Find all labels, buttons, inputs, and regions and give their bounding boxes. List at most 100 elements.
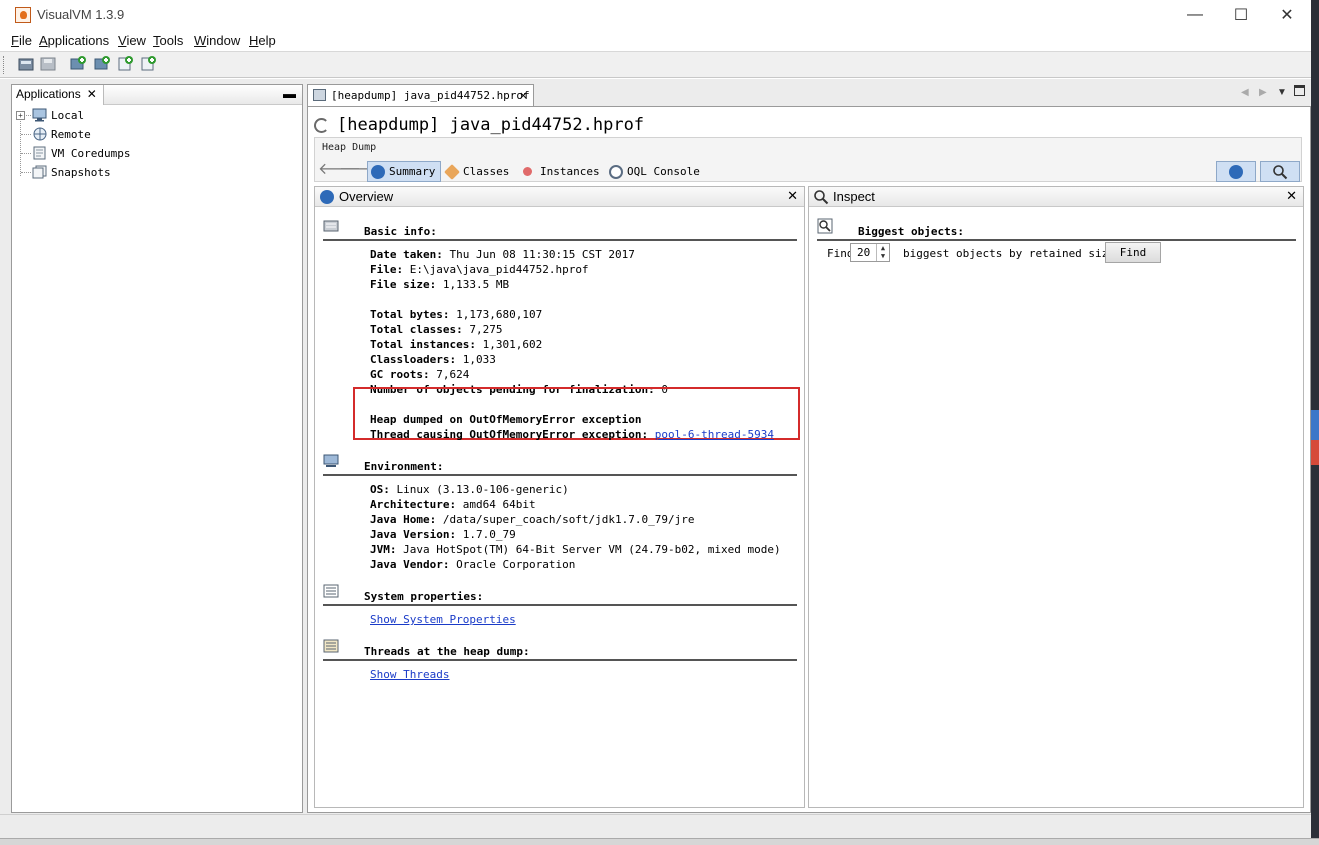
tree-item-label: Local bbox=[51, 109, 85, 122]
menu-bar: File Applications View Tools Window Help bbox=[0, 32, 1311, 51]
close-tab-icon[interactable]: ✕ bbox=[520, 88, 527, 102]
biggest-objects-icon bbox=[817, 218, 833, 234]
environment-heading: Environment: bbox=[364, 460, 444, 473]
menu-file[interactable]: File bbox=[11, 33, 32, 48]
maximize-document-icon[interactable] bbox=[1294, 85, 1305, 96]
document-tab-bar: [heapdump] java_pid44752.hprof ✕ ◀ ▶ ▼ bbox=[307, 84, 1311, 106]
oom-thread-row: Thread causing OutOfMemoryError exceptio… bbox=[370, 428, 774, 441]
menu-view[interactable]: View bbox=[118, 33, 146, 48]
show-system-properties-link[interactable]: Show System Properties bbox=[370, 613, 516, 626]
basic-info-icon bbox=[323, 219, 339, 233]
tree-item-label: VM Coredumps bbox=[51, 147, 131, 160]
toggle-inspect-button[interactable] bbox=[1260, 161, 1300, 182]
scroll-tabs-left-icon[interactable]: ◀ bbox=[1241, 87, 1249, 98]
heapdump-document-tab[interactable]: [heapdump] java_pid44752.hprof ✕ bbox=[307, 84, 534, 106]
oom-heap-row: Heap dumped on OutOfMemoryError exceptio… bbox=[370, 413, 642, 426]
taskbar-strip bbox=[0, 838, 1319, 845]
add-vm-coredump-icon[interactable] bbox=[116, 55, 134, 73]
back-arrow-icon[interactable]: 🡐 bbox=[318, 162, 361, 178]
page-title: [heapdump] java_pid44752.hprof bbox=[337, 115, 645, 135]
minimize-button[interactable]: — bbox=[1173, 2, 1217, 28]
toggle-overview-button[interactable] bbox=[1216, 161, 1256, 182]
tab-oql-label: OQL Console bbox=[627, 165, 700, 178]
menu-window[interactable]: Window bbox=[194, 33, 240, 48]
inspect-panel-header: Inspect ✕ bbox=[809, 187, 1303, 207]
document-tab-label: [heapdump] java_pid44752.hprof bbox=[331, 89, 530, 102]
threads-heading: Threads at the heap dump: bbox=[364, 645, 530, 658]
total-classes-row: Total classes: 7,275 bbox=[370, 323, 503, 336]
desktop-background bbox=[1311, 0, 1319, 845]
tab-instances-label: Instances bbox=[540, 165, 600, 178]
title-bar: VisualVM 1.3.9 — ☐ ✕ bbox=[0, 0, 1311, 32]
tab-classes[interactable]: Classes bbox=[442, 161, 514, 182]
heapdump-subview-bar: Heap Dump 🡐 🡒 Summary Classes Instances bbox=[314, 137, 1302, 182]
show-opened-documents-icon[interactable]: ▼ bbox=[1277, 87, 1287, 98]
tree-item-remote[interactable]: Remote bbox=[12, 125, 292, 144]
inspect-panel-title: Inspect bbox=[833, 189, 875, 204]
forward-arrow-icon[interactable]: 🡒 bbox=[339, 162, 382, 178]
info-icon bbox=[371, 164, 385, 179]
heapdump-icon bbox=[313, 89, 326, 101]
scroll-tabs-right-icon[interactable]: ▶ bbox=[1259, 87, 1267, 98]
oom-thread-link[interactable]: pool-6-thread-5934 bbox=[655, 428, 774, 441]
applications-tab[interactable]: Applications ✕ bbox=[12, 85, 104, 105]
add-snapshot-icon[interactable] bbox=[139, 55, 157, 73]
close-icon[interactable]: ✕ bbox=[87, 87, 97, 101]
applications-tab-label: Applications bbox=[16, 87, 81, 101]
tab-summary-label: Summary bbox=[389, 165, 436, 178]
jvm-row: JVM: Java HotSpot(TM) 64-Bit Server VM (… bbox=[370, 543, 781, 556]
tree-item-local[interactable]: Local bbox=[12, 106, 292, 125]
tab-summary[interactable]: Summary bbox=[367, 161, 442, 182]
save-icon[interactable] bbox=[39, 55, 57, 73]
environment-icon bbox=[323, 454, 339, 468]
find-suffix-label: biggest objects by retained size: bbox=[903, 247, 1122, 260]
info-icon bbox=[1229, 164, 1243, 179]
overview-panel-header: Overview ✕ bbox=[315, 187, 804, 207]
menu-tools[interactable]: Tools bbox=[153, 33, 183, 48]
os-row: OS: Linux (3.13.0-106-generic) bbox=[370, 483, 569, 496]
close-window-button[interactable]: ✕ bbox=[1265, 2, 1309, 28]
load-snapshot-icon[interactable] bbox=[17, 55, 35, 73]
loading-spinner-icon bbox=[314, 118, 329, 133]
desktop-fragment bbox=[1311, 410, 1319, 440]
status-bar bbox=[0, 814, 1311, 838]
search-icon bbox=[813, 189, 829, 205]
file-size-row: File size: 1,133.5 MB bbox=[370, 278, 510, 291]
close-icon[interactable]: ✕ bbox=[787, 188, 798, 204]
classes-icon bbox=[444, 163, 460, 180]
add-jmx-connection-icon[interactable] bbox=[69, 55, 87, 73]
visualvm-logo-icon bbox=[15, 7, 31, 23]
add-remote-host-icon[interactable] bbox=[93, 55, 111, 73]
minimize-panel-icon[interactable]: ▬ bbox=[283, 86, 296, 101]
tree-item-snapshots[interactable]: Snapshots bbox=[12, 163, 292, 182]
show-threads-link[interactable]: Show Threads bbox=[370, 668, 449, 681]
maximize-button[interactable]: ☐ bbox=[1219, 2, 1263, 28]
system-properties-icon bbox=[323, 584, 339, 598]
spinner-arrows-icon[interactable]: ▲ ▼ bbox=[876, 244, 889, 261]
menu-applications[interactable]: Applications bbox=[39, 33, 109, 48]
find-button[interactable]: Find bbox=[1105, 242, 1161, 263]
tree-item-vm-coredumps[interactable]: VM Coredumps bbox=[12, 144, 292, 163]
menu-help[interactable]: Help bbox=[249, 33, 276, 48]
tab-instances[interactable]: Instances bbox=[517, 161, 605, 182]
overview-panel-title: Overview bbox=[339, 189, 394, 204]
applications-panel-header: Applications ✕ ▬ bbox=[12, 85, 302, 105]
instances-icon bbox=[523, 167, 532, 176]
editor-area: [heapdump] java_pid44752.hprof ✕ ◀ ▶ ▼ [… bbox=[307, 84, 1311, 813]
section-divider bbox=[323, 659, 797, 661]
toolbar bbox=[0, 51, 1311, 78]
java-home-row: Java Home: /data/super_coach/soft/jdk1.7… bbox=[370, 513, 695, 526]
toolbar-grip[interactable] bbox=[3, 56, 6, 74]
computer-icon bbox=[32, 108, 48, 122]
total-instances-row: Total instances: 1,301,602 bbox=[370, 338, 543, 351]
java-vendor-row: Java Vendor: Oracle Corporation bbox=[370, 558, 576, 571]
section-divider bbox=[817, 239, 1296, 241]
biggest-objects-count-spinner[interactable]: 20 ▲ ▼ bbox=[850, 243, 890, 262]
tab-classes-label: Classes bbox=[463, 165, 510, 178]
file-row: File: E:\java\java_pid44752.hprof bbox=[370, 263, 589, 276]
tab-oql-console[interactable]: OQL Console bbox=[606, 161, 705, 182]
heapdump-view: [heapdump] java_pid44752.hprof Heap Dump… bbox=[307, 106, 1311, 813]
search-icon bbox=[1273, 164, 1288, 179]
close-icon[interactable]: ✕ bbox=[1286, 188, 1297, 204]
date-taken-row: Date taken: Thu Jun 08 11:30:15 CST 2017 bbox=[370, 248, 635, 261]
